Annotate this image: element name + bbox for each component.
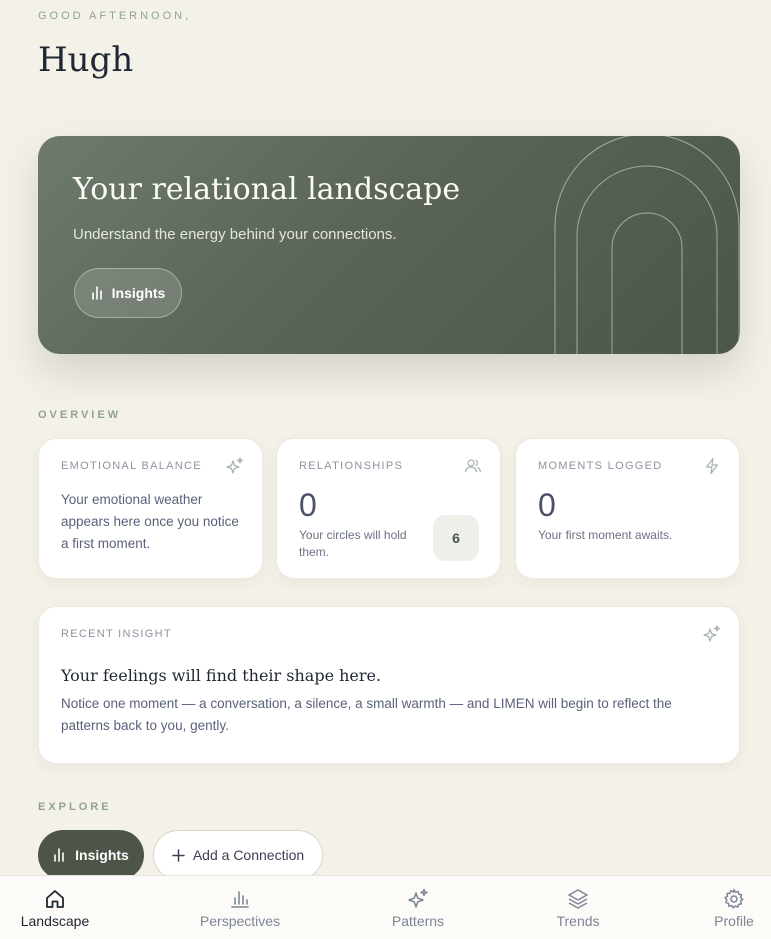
sparkles-icon (703, 625, 721, 642)
hero-card: Your relational landscape Understand the… (38, 136, 740, 354)
moments-logged-label: MOMENTS LOGGED (538, 460, 663, 472)
relationships-chip[interactable]: 6 (433, 515, 479, 561)
bar-chart-icon (54, 848, 64, 862)
nav-label-profile: Profile (714, 912, 754, 929)
recent-insight-body: Notice one moment — a conversation, a si… (61, 696, 672, 733)
bottom-nav: Landscape Perspectives Patterns Trends P… (0, 875, 771, 939)
nav-item-trends[interactable]: Trends (542, 876, 614, 939)
moments-logged-text: Your first moment awaits. (538, 528, 673, 542)
explore-section-label: EXPLORE (38, 801, 112, 813)
nav-item-patterns[interactable]: Patterns (378, 876, 458, 939)
greeting-label: GOOD AFTERNOON, (38, 10, 192, 22)
nav-item-perspectives[interactable]: Perspectives (190, 876, 290, 939)
layers-icon (568, 888, 588, 909)
emotional-balance-text: Your emotional weather appears here once… (61, 492, 239, 551)
recent-insight-label: RECENT INSIGHT (61, 628, 172, 640)
recent-insight-heading: Your feelings will find their shape here… (61, 666, 382, 685)
recent-insight-card[interactable]: RECENT INSIGHT Your feelings will find t… (38, 606, 740, 764)
nav-label-trends: Trends (556, 912, 600, 929)
lightning-icon (705, 457, 719, 475)
bar-chart-icon (231, 890, 249, 908)
users-icon (464, 459, 482, 473)
sparkles-icon (226, 457, 244, 474)
hero-title: Your relational landscape (73, 172, 461, 207)
explore-insights-label: Insights (75, 847, 129, 863)
hero-insights-button-label: Insights (111, 285, 166, 301)
username-title: Hugh (38, 40, 134, 80)
nav-label-perspectives: Perspectives (199, 912, 281, 929)
nav-label-landscape: Landscape (20, 912, 90, 929)
nav-item-profile[interactable]: Profile (700, 876, 768, 939)
moments-logged-card[interactable]: MOMENTS LOGGED 0 Your first moment await… (515, 438, 740, 579)
emotional-balance-label: EMOTIONAL BALANCE (61, 460, 202, 472)
hero-subtitle: Understand the energy behind your connec… (73, 226, 397, 243)
sparkles-icon (408, 888, 428, 908)
add-connection-label: Add a Connection (192, 847, 305, 863)
arches-decoration (554, 136, 740, 354)
plus-icon (172, 848, 185, 862)
add-connection-button[interactable]: Add a Connection (153, 830, 323, 880)
home-icon (46, 889, 64, 908)
nav-label-patterns: Patterns (391, 912, 445, 929)
moments-logged-count: 0 (538, 487, 556, 523)
bar-chart-icon (91, 286, 102, 300)
relationships-card[interactable]: RELATIONSHIPS 0 Your circles will hold t… (276, 438, 501, 579)
explore-insights-button[interactable]: Insights (38, 830, 144, 880)
relationships-text: Your circles will hold them. (299, 528, 407, 559)
relationships-count: 0 (299, 487, 317, 523)
relationships-label: RELATIONSHIPS (299, 460, 404, 472)
emotional-balance-card[interactable]: EMOTIONAL BALANCE Your emotional weather… (38, 438, 263, 579)
overview-section-label: OVERVIEW (38, 409, 122, 421)
hero-insights-button[interactable]: Insights (74, 268, 182, 318)
gear-icon (724, 887, 744, 909)
nav-item-landscape[interactable]: Landscape (14, 876, 96, 939)
